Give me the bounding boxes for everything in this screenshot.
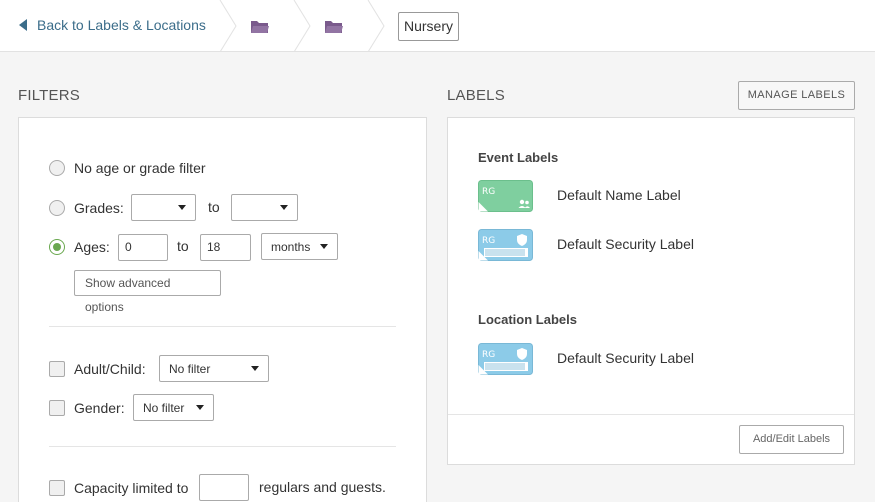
name-label-icon: RG — [478, 180, 533, 212]
back-arrow-icon — [19, 19, 27, 31]
label-item-name[interactable]: Default Name Label — [557, 187, 681, 203]
capacity-option[interactable]: Capacity limited to — [49, 474, 188, 501]
ages-option[interactable]: Ages: — [49, 233, 110, 260]
back-link[interactable]: Back to Labels & Locations — [19, 17, 206, 33]
ages-label: Ages: — [74, 238, 110, 255]
top-bar: Back to Labels & Locations Nursery — [0, 0, 875, 52]
age-unit-value: months — [271, 239, 311, 254]
chevron-down-icon — [251, 366, 259, 371]
gender-option[interactable]: Gender: — [49, 394, 125, 421]
chevron-down-icon — [320, 244, 328, 249]
folder-icon[interactable] — [250, 18, 270, 34]
no-filter-option[interactable]: No age or grade filter — [49, 160, 206, 176]
labels-panel — [447, 117, 855, 465]
back-link-label: Back to Labels & Locations — [37, 17, 206, 33]
breadcrumb-separator-icon — [367, 0, 385, 52]
capacity-label: Capacity limited to — [74, 479, 189, 496]
age-to-input[interactable]: 18 — [200, 234, 251, 261]
gender-select[interactable]: No filter — [133, 394, 214, 421]
filters-title: FILTERS — [18, 87, 80, 104]
gender-checkbox[interactable] — [49, 399, 65, 416]
adult-child-value: No filter — [169, 361, 211, 376]
security-label-icon: RG — [478, 343, 533, 375]
gender-value: No filter — [143, 400, 185, 415]
label-icon-text: RG — [482, 236, 495, 246]
chevron-down-icon — [280, 205, 288, 210]
show-advanced-button[interactable]: Show advanced options — [74, 270, 221, 314]
divider — [448, 414, 854, 415]
grades-label: Grades: — [74, 199, 124, 216]
gender-label: Gender: — [74, 399, 125, 416]
location-labels-heading: Location Labels — [478, 312, 577, 327]
ages-radio[interactable] — [49, 238, 65, 255]
no-filter-radio[interactable] — [49, 160, 65, 176]
grade-to-select[interactable] — [231, 194, 298, 221]
labels-title: LABELS — [447, 87, 505, 104]
divider — [49, 446, 396, 447]
adult-child-select[interactable]: No filter — [159, 355, 269, 382]
add-edit-labels-button[interactable]: Add/Edit Labels — [739, 425, 844, 454]
chevron-down-icon — [178, 205, 186, 210]
label-icon-text: RG — [482, 350, 495, 360]
breadcrumb-separator-icon — [293, 0, 311, 52]
folder-icon[interactable] — [324, 18, 344, 34]
label-item-name[interactable]: Default Security Label — [557, 236, 694, 252]
ages-to-label: to — [177, 238, 189, 254]
chevron-down-icon — [196, 405, 204, 410]
label-icon-text: RG — [482, 187, 495, 197]
age-unit-select[interactable]: months — [261, 233, 338, 260]
divider — [49, 326, 396, 327]
age-from-input[interactable]: 0 — [118, 234, 168, 261]
grades-option[interactable]: Grades: — [49, 194, 124, 221]
grades-radio[interactable] — [49, 199, 65, 216]
location-name-field[interactable]: Nursery — [398, 12, 460, 41]
breadcrumb-separator-icon — [219, 0, 237, 52]
label-item-name[interactable]: Default Security Label — [557, 350, 694, 366]
security-label-icon: RG — [478, 229, 533, 261]
capacity-suffix: regulars and guests. — [259, 479, 386, 495]
capacity-input[interactable] — [199, 474, 249, 501]
manage-labels-button[interactable]: MANAGE LABELS — [738, 81, 855, 110]
grade-from-select[interactable] — [131, 194, 196, 221]
capacity-checkbox[interactable] — [49, 479, 65, 496]
event-labels-heading: Event Labels — [478, 150, 559, 165]
grades-to-label: to — [208, 199, 220, 215]
adult-child-label: Adult/Child: — [74, 360, 146, 377]
no-filter-label: No age or grade filter — [74, 160, 206, 176]
adult-child-checkbox[interactable] — [49, 360, 65, 377]
adult-child-option[interactable]: Adult/Child: — [49, 355, 146, 382]
